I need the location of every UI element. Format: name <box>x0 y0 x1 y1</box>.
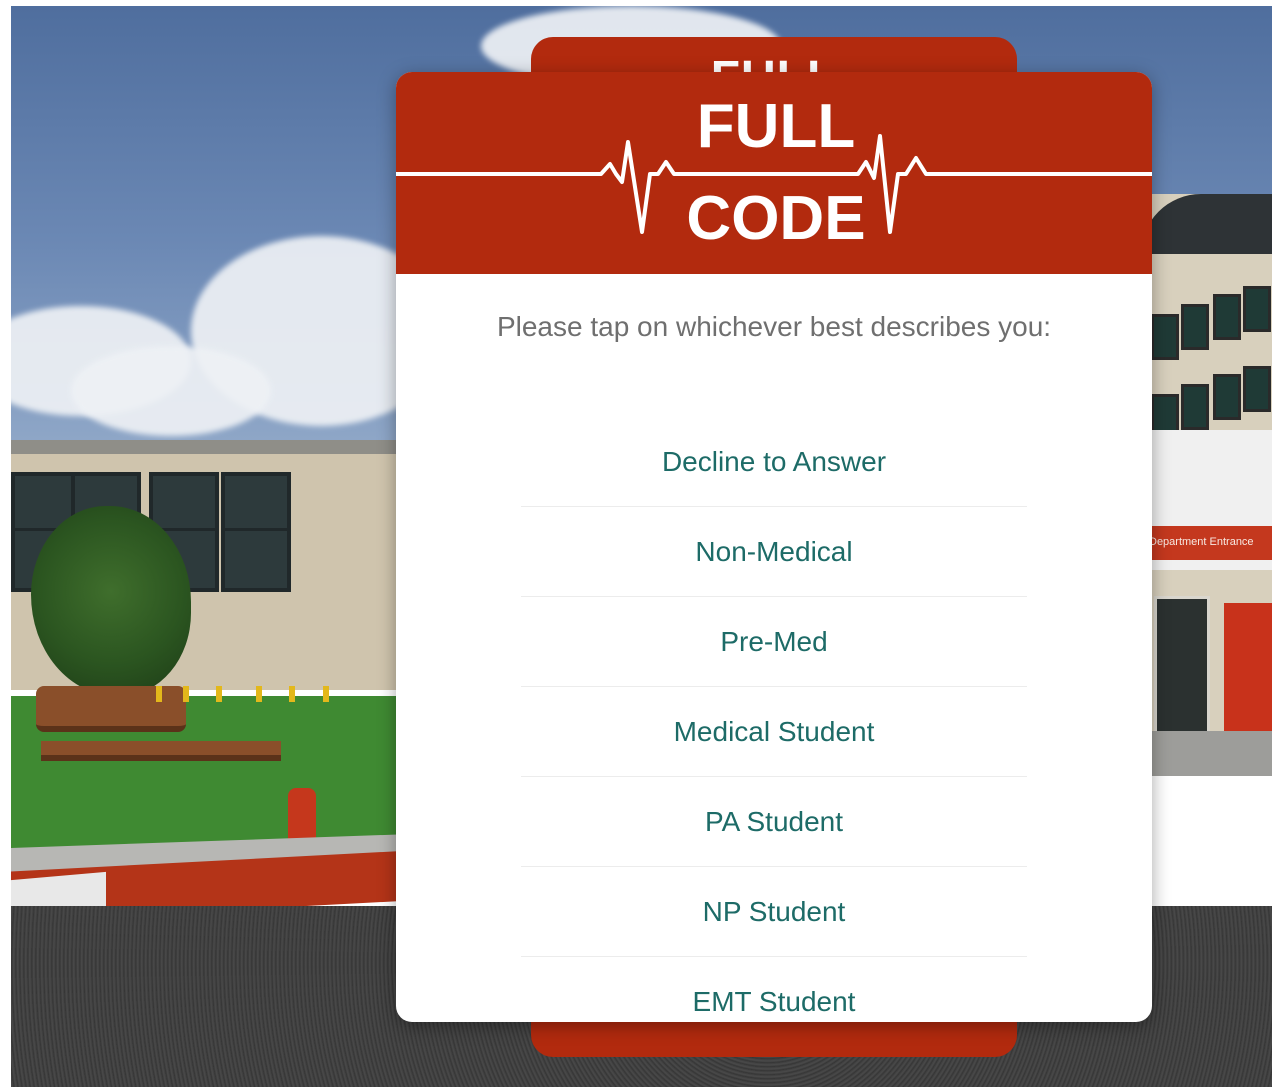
prompt-text: Please tap on whichever best describes y… <box>496 311 1052 342</box>
option-np-student[interactable]: NP Student <box>521 867 1027 957</box>
app-stage: Department Entrance FULL FULL CODE Pleas… <box>11 6 1272 1087</box>
option-medical-student[interactable]: Medical Student <box>521 687 1027 777</box>
bench <box>41 741 281 761</box>
option-pre-med[interactable]: Pre-Med <box>521 597 1027 687</box>
option-decline-to-answer[interactable]: Decline to Answer <box>521 417 1027 507</box>
logo-title-code: CODE <box>686 184 866 253</box>
role-selection-dialog: FULL CODE Please tap on whichever best d… <box>396 72 1152 1022</box>
option-emt-student[interactable]: EMT Student <box>521 957 1027 1022</box>
entrance-sign: Department Entrance <box>1149 536 1254 548</box>
option-pa-student[interactable]: PA Student <box>521 777 1027 867</box>
logo-title-full: FULL <box>696 92 856 161</box>
options-list: Decline to Answer Non-Medical Pre-Med Me… <box>521 417 1027 1022</box>
bench <box>36 686 186 732</box>
dialog-header: FULL CODE <box>396 72 1152 274</box>
cloud <box>71 346 271 436</box>
option-non-medical[interactable]: Non-Medical <box>521 507 1027 597</box>
